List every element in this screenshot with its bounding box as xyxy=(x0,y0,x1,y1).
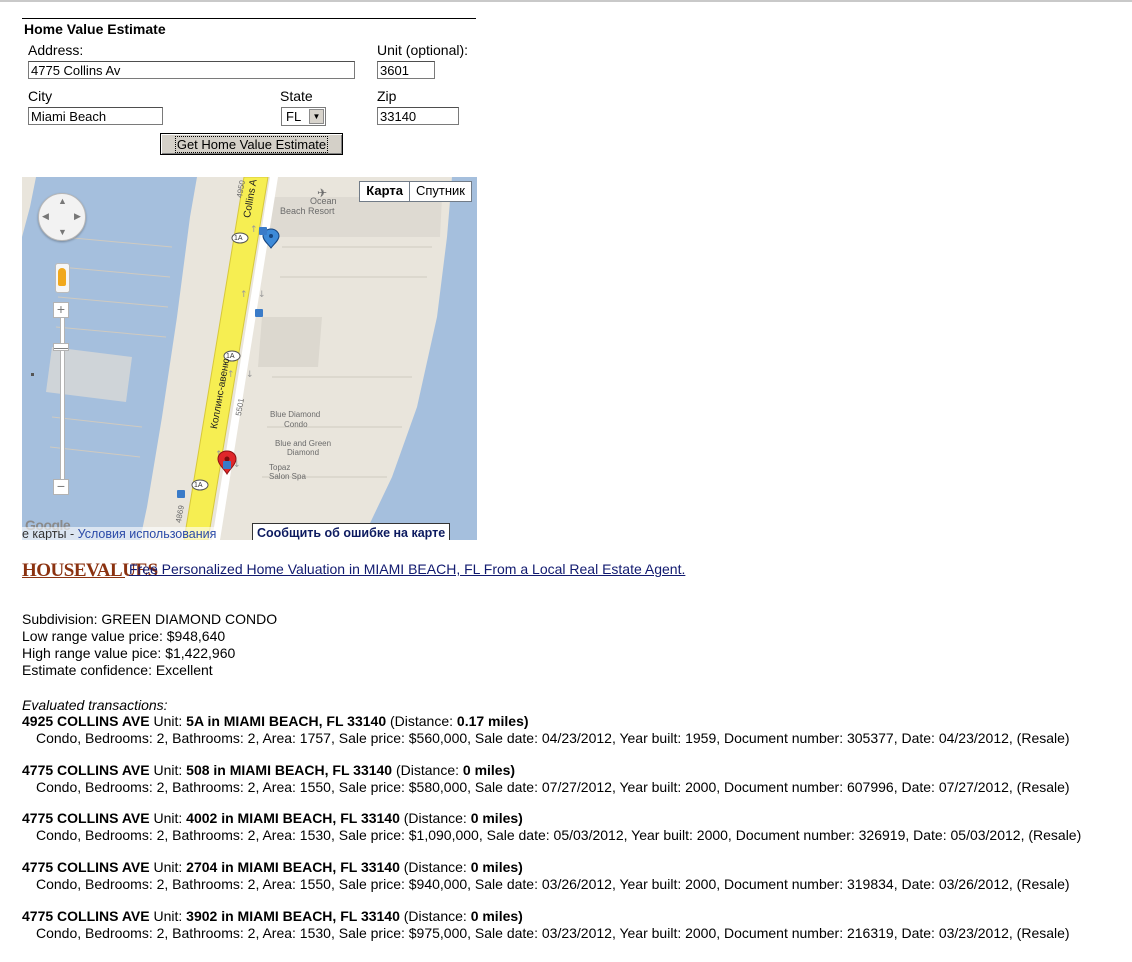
form-title: Home Value Estimate xyxy=(24,21,166,37)
transaction-detail: Condo, Bedrooms: 2, Bathrooms: 2, Area: … xyxy=(36,827,1082,843)
terms-of-use-link[interactable]: Условия использования xyxy=(78,527,217,540)
transaction-distance-label: (Distance: xyxy=(403,908,467,924)
address-label: Address: xyxy=(28,42,84,58)
attribution-prefix: е карты - xyxy=(22,527,78,540)
window-top-border xyxy=(0,0,1132,2)
map-canvas: ↑↑↑ ↑↓↓ ↓ ✈ xyxy=(22,177,477,540)
transaction-unit-word: Unit: xyxy=(153,810,183,826)
transaction-item: 4925 COLLINS AVE Unit: 5A in MIAMI BEACH… xyxy=(22,713,1070,747)
transaction-item: 4775 COLLINS AVE Unit: 2704 in MIAMI BEA… xyxy=(22,859,1070,893)
transaction-unit-location: 5A in MIAMI BEACH, FL 33140 xyxy=(186,713,387,729)
svg-text:↓: ↓ xyxy=(246,370,254,380)
transaction-unit-word: Unit: xyxy=(153,859,183,875)
subdivision-text: Subdivision: GREEN DIAMOND CONDO xyxy=(22,611,278,627)
map-view[interactable]: ↑↑↑ ↑↓↓ ↓ ✈ Коллинс-авеню Collins A 1A 1… xyxy=(22,177,477,540)
transaction-distance-label: (Distance: xyxy=(395,762,460,778)
pan-down-icon[interactable]: ▼ xyxy=(58,227,67,237)
transaction-distance-value: 0 miles) xyxy=(470,859,523,875)
state-select[interactable]: FL ▼ xyxy=(281,107,326,126)
unit-label: Unit (optional): xyxy=(377,42,469,58)
logo-underline xyxy=(22,577,125,578)
transaction-distance-label: (Distance: xyxy=(403,859,467,875)
transaction-item: 4775 COLLINS AVE Unit: 3902 in MIAMI BEA… xyxy=(22,908,1070,942)
transaction-unit-word: Unit: xyxy=(153,908,183,924)
transaction-unit-location: 4002 in MIAMI BEACH, FL 33140 xyxy=(186,810,400,826)
transaction-detail: Condo, Bedrooms: 2, Bathrooms: 2, Area: … xyxy=(36,730,1070,746)
transaction-detail: Condo, Bedrooms: 2, Bathrooms: 2, Area: … xyxy=(36,925,1070,941)
get-estimate-button-label: Get Home Value Estimate xyxy=(174,135,329,153)
city-input[interactable] xyxy=(28,107,163,125)
place-blue-and-green: Blue and Green xyxy=(275,439,332,448)
transaction-distance-label: (Distance: xyxy=(403,810,467,826)
zoom-slider-track[interactable] xyxy=(60,302,65,489)
pan-up-icon[interactable]: ▲ xyxy=(58,196,67,206)
transaction-distance-value: 0 miles) xyxy=(462,762,516,778)
transaction-unit-word: Unit: xyxy=(153,713,183,729)
transaction-street: 4775 COLLINS AVE xyxy=(22,859,150,875)
transaction-street: 4925 COLLINS AVE xyxy=(22,713,150,729)
transaction-unit-location: 3902 in MIAMI BEACH, FL 33140 xyxy=(186,908,400,924)
map-attribution: е карты - Условия использования xyxy=(22,527,217,540)
place-diamond: Diamond xyxy=(287,448,320,457)
route-shield-label: 1A xyxy=(226,353,235,360)
transaction-distance-label: (Distance: xyxy=(390,713,454,729)
form-top-rule xyxy=(22,18,476,19)
route-shield-label: 1A xyxy=(234,235,243,242)
place-topaz: Topaz xyxy=(269,463,291,472)
svg-text:↓: ↓ xyxy=(258,290,266,300)
high-range-text: High range value pice: $1,422,960 xyxy=(22,645,236,661)
free-valuation-link[interactable]: Free Personalized Home Valuation in MIAM… xyxy=(129,561,685,577)
svg-text:↑: ↑ xyxy=(240,290,248,300)
map-type-satellite-button[interactable]: Спутник xyxy=(410,182,471,201)
place-condo: Condo xyxy=(284,420,308,429)
state-select-value: FL xyxy=(286,109,302,124)
transaction-street: 4775 COLLINS AVE xyxy=(22,810,150,826)
transaction-distance-value: 0 miles) xyxy=(470,810,523,826)
pan-right-icon[interactable]: ▶ xyxy=(74,211,81,222)
zip-input[interactable] xyxy=(377,107,459,125)
place-salon-spa: Salon Spa xyxy=(269,472,306,481)
zoom-out-icon[interactable]: − xyxy=(53,479,69,495)
address-input[interactable] xyxy=(28,61,355,79)
transaction-detail: Condo, Bedrooms: 2, Bathrooms: 2, Area: … xyxy=(36,779,1070,795)
unit-input[interactable] xyxy=(377,61,435,79)
pan-left-icon[interactable]: ◀ xyxy=(42,211,49,222)
transaction-item: 4775 COLLINS AVE Unit: 4002 in MIAMI BEA… xyxy=(22,810,1081,844)
transaction-street: 4775 COLLINS AVE xyxy=(22,908,150,924)
confidence-text: Estimate confidence: Excellent xyxy=(22,662,213,678)
transaction-unit-location: 508 in MIAMI BEACH, FL 33140 xyxy=(186,762,393,778)
street-view-pegman-icon[interactable] xyxy=(55,263,70,293)
transaction-street: 4775 COLLINS AVE xyxy=(22,762,150,778)
get-estimate-button[interactable]: Get Home Value Estimate xyxy=(160,133,343,155)
place-blue-diamond: Blue Diamond xyxy=(270,410,321,419)
city-label: City xyxy=(28,88,53,104)
transaction-detail: Condo, Bedrooms: 2, Bathrooms: 2, Area: … xyxy=(36,876,1070,892)
place-ocean: Ocean xyxy=(310,196,337,206)
transaction-unit-location: 2704 in MIAMI BEACH, FL 33140 xyxy=(186,859,400,875)
estimate-details: Subdivision: GREEN DIAMOND CONDO Low ran… xyxy=(22,611,277,679)
pan-control[interactable]: ▲ ▼ ◀ ▶ xyxy=(38,193,86,241)
zoom-slider-handle[interactable]: — xyxy=(53,340,69,354)
svg-text:↑: ↑ xyxy=(250,225,258,235)
dropdown-arrow-icon[interactable]: ▼ xyxy=(309,109,324,124)
transaction-distance-value: 0 miles) xyxy=(470,908,523,924)
transaction-item: 4775 COLLINS AVE Unit: 508 in MIAMI BEAC… xyxy=(22,762,1070,796)
state-label: State xyxy=(280,88,313,104)
route-shield-label: 1A xyxy=(194,482,203,489)
transaction-unit-word: Unit: xyxy=(153,762,183,778)
low-range-text: Low range value price: $948,640 xyxy=(22,628,226,644)
transaction-distance-value: 0.17 miles) xyxy=(456,713,529,729)
place-beach-resort: Beach Resort xyxy=(280,206,335,216)
zip-label: Zip xyxy=(377,88,397,104)
map-type-map-button[interactable]: Карта xyxy=(360,182,410,201)
zoom-in-icon[interactable]: + xyxy=(53,302,69,318)
map-type-control: Карта Спутник xyxy=(359,181,472,202)
evaluated-transactions-title: Evaluated transactions: xyxy=(22,697,168,713)
report-map-error-link[interactable]: Сообщить об ошибке на карте xyxy=(252,523,451,540)
